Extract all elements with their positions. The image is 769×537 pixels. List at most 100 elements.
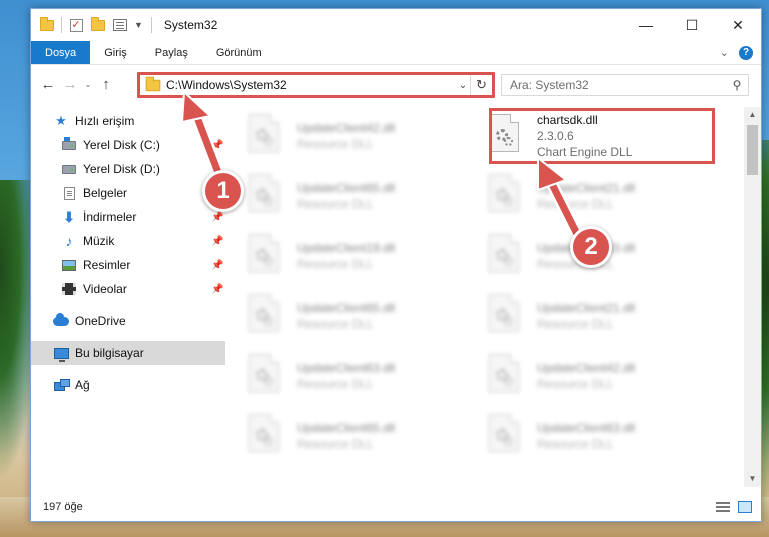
file-type: Resource DLL [537, 437, 614, 451]
view-buttons [715, 500, 761, 514]
search-input[interactable]: Ara: System32 ⚲ [501, 74, 749, 96]
file-view: chartsdk.dll 2.3.0.6 Chart Engine DLL Up… [231, 107, 741, 477]
file-tile[interactable]: UpdateClient65.dll Resource DLL [231, 171, 451, 221]
file-tile[interactable]: UpdateClient63.dll Resource DLL [231, 351, 451, 401]
dll-file-icon [489, 174, 529, 218]
dll-file-icon [249, 294, 289, 338]
dll-file-icon [249, 414, 289, 458]
quick-access-toolbar: ✓ ▼ [31, 9, 143, 41]
file-tile[interactable]: UpdateClient21.dll Resource DLL [471, 171, 691, 221]
sidebar-item-network[interactable]: Ağ [53, 373, 90, 397]
pc-icon [53, 346, 69, 362]
customize-dropdown-icon[interactable]: ▼ [134, 20, 143, 30]
file-type: Resource DLL [297, 197, 374, 211]
details-view-icon[interactable] [715, 500, 731, 514]
expand-ribbon-chevron-icon[interactable]: ⌄ [720, 46, 729, 59]
pin-icon[interactable]: 📌 [211, 140, 223, 151]
scroll-up-icon[interactable]: ▲ [744, 107, 761, 123]
properties-icon[interactable] [112, 17, 128, 33]
star-icon: ★ [55, 113, 67, 128]
tab-file[interactable]: Dosya [31, 41, 91, 64]
sidebar-item-label: OneDrive [75, 314, 126, 328]
videos-icon [61, 282, 77, 296]
file-type: Resource DLL [537, 377, 614, 391]
up-arrow-icon[interactable]: ↑ [95, 76, 117, 93]
explorer-window: ✓ ▼ System32 — ☐ ✕ Dosya Giriş Paylaş Gö… [30, 8, 762, 522]
cloud-icon [53, 312, 69, 328]
sidebar-item-videos[interactable]: Videolar 📌 [61, 277, 223, 301]
file-tile[interactable]: UpdateClient63.dll Resource DLL [471, 411, 691, 461]
tab-view[interactable]: Görünüm [202, 41, 276, 64]
recent-locations-chevron-icon[interactable]: ⌄ [81, 79, 95, 90]
sidebar-item-music[interactable]: ♪ Müzik 📌 [61, 229, 224, 253]
maximize-button[interactable]: ☐ [669, 9, 715, 41]
sidebar-item-documents[interactable]: Belgeler [61, 181, 127, 205]
search-placeholder: Ara: System32 [510, 78, 589, 92]
sidebar-item-this-pc[interactable]: Bu bilgisayar [31, 341, 225, 365]
ribbon-tabs: Dosya Giriş Paylaş Görünüm ⌄ ? [31, 41, 761, 65]
pin-icon[interactable]: 📌 [211, 236, 223, 247]
network-icon [53, 378, 70, 392]
minimize-button[interactable]: — [623, 9, 669, 41]
music-icon: ♪ [65, 233, 73, 249]
step-badge-1: 1 [202, 170, 244, 212]
sidebar-item-label: Videolar [83, 282, 127, 296]
tab-share[interactable]: Paylaş [141, 41, 202, 64]
new-folder-icon[interactable] [90, 16, 106, 33]
file-name: UpdateClient65.dll [297, 421, 396, 435]
file-highlight-box [489, 108, 715, 164]
pictures-icon [61, 258, 77, 272]
sidebar-item-label: Hızlı erişim [75, 114, 135, 128]
sidebar-item-pictures[interactable]: Resimler 📌 [61, 253, 223, 277]
dll-file-icon [249, 114, 289, 158]
sidebar-item-drive-d[interactable]: Yerel Disk (D:) [61, 157, 160, 181]
file-tile[interactable]: UpdateClient19.dll Resource DLL [231, 231, 451, 281]
pin-icon[interactable]: 📌 [211, 284, 223, 295]
navigation-pane: ★ Hızlı erişim Yerel Disk (C:) 📌 Yerel D… [31, 107, 227, 487]
file-tile[interactable]: UpdateClient65.dll Resource DLL [231, 291, 451, 341]
address-row: ← → ⌄ ↑ C:\Windows\System32 ⌄ ↻ Ara: Sys… [31, 67, 761, 101]
tab-home[interactable]: Giriş [90, 41, 141, 64]
dll-file-icon [249, 174, 289, 218]
sidebar-item-onedrive[interactable]: OneDrive [53, 309, 126, 333]
file-tile[interactable]: UpdateClient42.dll Resource DLL [231, 111, 451, 161]
sidebar-item-label: Müzik [83, 234, 115, 248]
address-highlight-box [137, 72, 495, 98]
status-bar: 197 öğe [31, 493, 761, 521]
title-bar: ✓ ▼ System32 — ☐ ✕ [31, 9, 761, 41]
title-divider [150, 17, 152, 33]
file-name: UpdateClient63.dll [297, 361, 396, 375]
close-button[interactable]: ✕ [715, 9, 761, 41]
file-tile[interactable]: UpdateClient21.dll Resource DLL [471, 291, 691, 341]
file-tile[interactable]: UpdateClient42.dll Resource DLL [471, 351, 691, 401]
dll-file-icon [489, 414, 529, 458]
dll-file-icon [249, 234, 289, 278]
file-name: UpdateClient21.dll [537, 301, 636, 315]
scroll-thumb[interactable] [747, 125, 758, 175]
help-icon[interactable]: ? [739, 45, 753, 60]
item-count: 197 öğe [43, 501, 83, 513]
file-type: Resource DLL [537, 197, 614, 211]
search-icon[interactable]: ⚲ [726, 78, 748, 92]
documents-icon [61, 186, 77, 200]
sidebar-item-downloads[interactable]: ⬇ İndirmeler 📌 [61, 205, 223, 229]
sidebar-item-label: Bu bilgisayar [75, 346, 144, 360]
drive-d-icon [61, 162, 77, 176]
pin-icon[interactable]: 📌 [211, 212, 223, 223]
sidebar-item-quick-access[interactable]: ★ Hızlı erişim [53, 109, 134, 133]
forward-arrow-icon[interactable]: → [59, 76, 81, 93]
sidebar-item-label: Resimler [83, 258, 131, 272]
sidebar-item-drive-c[interactable]: Yerel Disk (C:) 📌 [61, 133, 223, 157]
pin-icon[interactable]: 📌 [211, 260, 223, 271]
back-arrow-icon[interactable]: ← [37, 76, 59, 93]
scroll-down-icon[interactable]: ▼ [744, 471, 761, 487]
properties-check-icon[interactable]: ✓ [68, 17, 84, 33]
tiles-view-icon[interactable] [737, 500, 753, 514]
folder-icon[interactable] [39, 16, 55, 33]
file-type: Resource DLL [297, 257, 374, 271]
vertical-scrollbar[interactable]: ▲ ▼ [744, 107, 761, 487]
dll-file-icon [489, 294, 529, 338]
file-tile[interactable]: UpdateClient65.dll Resource DLL [231, 411, 451, 461]
toolbar-divider [61, 17, 62, 33]
file-name: UpdateClient65.dll [297, 181, 396, 195]
